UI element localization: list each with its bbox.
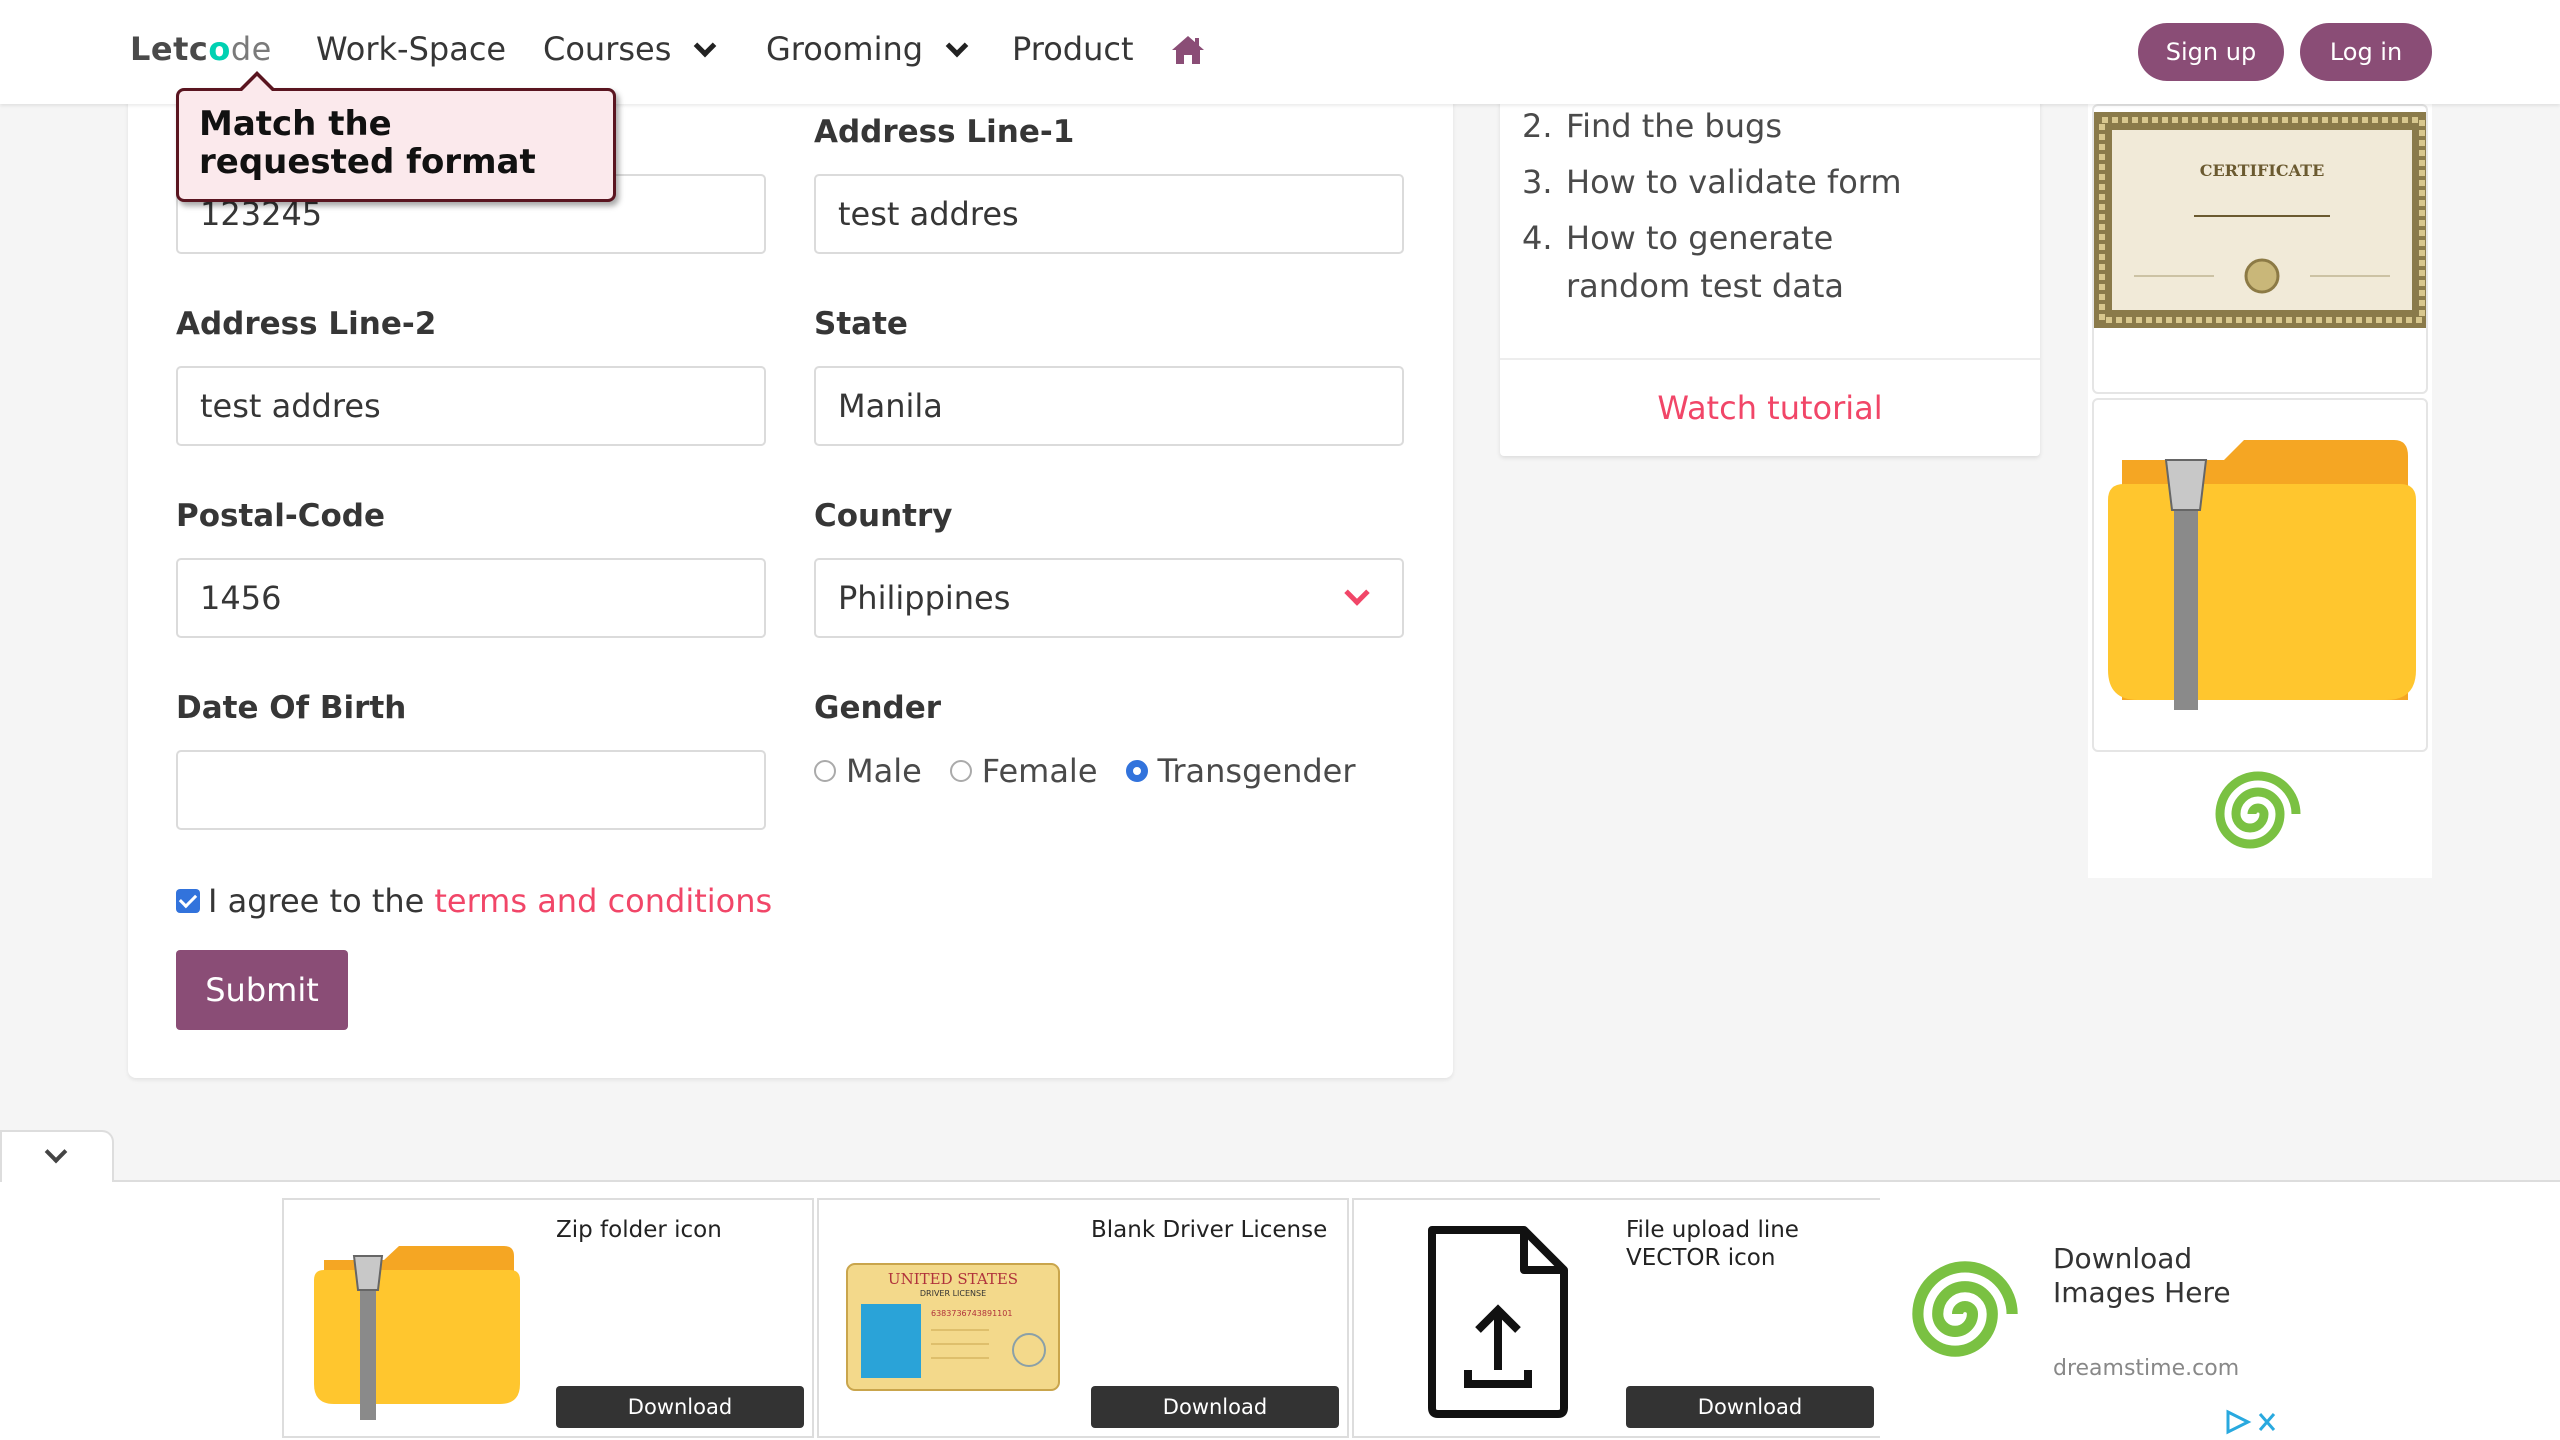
address1-input[interactable]: test addres	[814, 174, 1404, 254]
tooltip-tail-inner	[241, 76, 273, 92]
validation-tooltip: Match the requested format	[176, 71, 616, 202]
logo-text-b: de	[230, 30, 272, 68]
dreamstime-spiral-icon	[1912, 1261, 2018, 1357]
chevron-down-icon	[1344, 580, 1370, 606]
address2-input[interactable]: test addres	[176, 366, 766, 446]
nav-product[interactable]: Product	[1012, 30, 1134, 68]
dob-label: Date Of Birth	[176, 690, 407, 726]
promo-title: Download Images Here	[2053, 1242, 2231, 1309]
dreamstime-promo[interactable]: Download Images Here dreamstime.com	[1880, 1196, 2286, 1440]
logo-text-a: Letc	[130, 30, 209, 68]
nav-courses[interactable]: Courses	[543, 30, 717, 68]
radio-male-label[interactable]: Male	[846, 752, 922, 790]
nav-product-label: Product	[1012, 30, 1134, 68]
license-number: 6383736743891101	[931, 1309, 1012, 1318]
ad-choices-icon[interactable]	[2222, 1408, 2282, 1436]
country-select-value: Philippines	[838, 579, 1011, 617]
zip-folder-icon	[2108, 440, 2416, 710]
gender-label: Gender	[814, 690, 942, 726]
driver-license-image: UNITED STATES DRIVER LICENSE 63837367438…	[846, 1263, 1060, 1391]
ad-tile[interactable]: UNITED STATES DRIVER LICENSE 63837367438…	[817, 1198, 1349, 1438]
tutorial-item-text: Find the bugs	[1566, 107, 1782, 145]
nav-courses-label: Courses	[543, 30, 672, 68]
logo-text-o: o	[208, 30, 231, 68]
submit-button[interactable]: Submit	[176, 950, 348, 1030]
radio-female-label[interactable]: Female	[982, 752, 1098, 790]
side-ad-certificate[interactable]: CERTIFICATE	[2092, 104, 2428, 394]
tutorial-item: 3. How to validate form	[1522, 158, 1902, 206]
watch-tutorial-link[interactable]: Watch tutorial	[1500, 358, 2040, 456]
tooltip-text: Match the requested format	[199, 104, 536, 182]
radio-female[interactable]	[949, 760, 972, 782]
side-ad-zip-folder[interactable]	[2092, 398, 2428, 752]
radio-transgender[interactable]	[1125, 760, 1148, 782]
download-button[interactable]: Download	[1626, 1386, 1874, 1428]
country-label: Country	[814, 498, 953, 534]
promo-site: dreamstime.com	[2053, 1356, 2240, 1381]
chevron-down-icon	[694, 34, 717, 58]
nav-workspace-label: Work-Space	[316, 30, 507, 68]
license-subtitle: DRIVER LICENSE	[920, 1289, 986, 1298]
agree-row: I agree to the terms and conditions	[176, 882, 772, 920]
dob-input[interactable]	[176, 750, 766, 830]
gender-radio-group: Male Female Transgender	[814, 752, 1384, 790]
terms-link[interactable]: terms and conditions	[434, 882, 772, 920]
radio-transgender-label[interactable]: Transgender	[1158, 752, 1356, 790]
tutorial-item-text: How to validate form	[1566, 163, 1902, 201]
side-ad-panel: CERTIFICATE	[2088, 104, 2432, 878]
certificate-image: CERTIFICATE	[2094, 112, 2426, 328]
agree-text: I agree to the	[208, 882, 425, 920]
ad-collapse-toggle[interactable]	[0, 1130, 114, 1182]
state-label: State	[814, 306, 908, 342]
download-button[interactable]: Download	[556, 1386, 804, 1428]
address1-label: Address Line-1	[814, 114, 1075, 150]
tutorial-card: 2. Find the bugs 3. How to validate form 4…	[1500, 60, 2040, 456]
ad-title: Zip folder icon	[556, 1217, 722, 1243]
login-button[interactable]: Log in	[2300, 23, 2432, 81]
chevron-down-icon	[945, 34, 969, 58]
signup-button[interactable]: Sign up	[2138, 23, 2284, 81]
agree-checkbox[interactable]	[176, 889, 200, 913]
form-card: Address Line-1 123245 test addres Addres…	[128, 60, 1453, 1078]
logo[interactable]: Letcode	[130, 30, 272, 68]
tutorial-item: 2. Find the bugs	[1522, 102, 1782, 150]
tutorial-item-num: 4.	[1522, 219, 1553, 257]
zip-folder-icon	[314, 1246, 520, 1420]
country-select[interactable]: Philippines	[814, 558, 1404, 638]
nav-grooming[interactable]: Grooming	[766, 30, 969, 68]
nav-workspace[interactable]: Work-Space	[316, 30, 506, 68]
dreamstime-spiral-icon	[2215, 771, 2301, 849]
postal-input[interactable]: 1456	[176, 558, 766, 638]
radio-male[interactable]	[814, 760, 836, 782]
address2-label: Address Line-2	[176, 306, 437, 342]
postal-label: Postal-Code	[176, 498, 385, 534]
tutorial-item: 4. How to generate random test data	[1522, 214, 1966, 310]
ad-tile[interactable]: File upload line VECTOR icon Download	[1352, 1198, 1884, 1438]
file-upload-icon	[1428, 1226, 1568, 1418]
download-button[interactable]: Download	[1091, 1386, 1339, 1428]
ad-tile[interactable]: Zip folder icon Download	[282, 1198, 814, 1438]
ad-title: Blank Driver License	[1091, 1217, 1328, 1243]
state-input[interactable]: Manila	[814, 366, 1404, 446]
certificate-text: CERTIFICATE	[2200, 161, 2325, 180]
tutorial-item-num: 2.	[1522, 107, 1553, 145]
chevron-down-icon	[44, 1140, 68, 1164]
ad-title: File upload line VECTOR icon	[1626, 1217, 1799, 1271]
tutorial-item-text: How to generate random test data	[1566, 219, 1844, 305]
license-headline: UNITED STATES	[888, 1270, 1018, 1288]
nav-grooming-label: Grooming	[766, 30, 924, 68]
tutorial-item-num: 3.	[1522, 163, 1553, 201]
home-icon[interactable]	[1170, 34, 1206, 66]
